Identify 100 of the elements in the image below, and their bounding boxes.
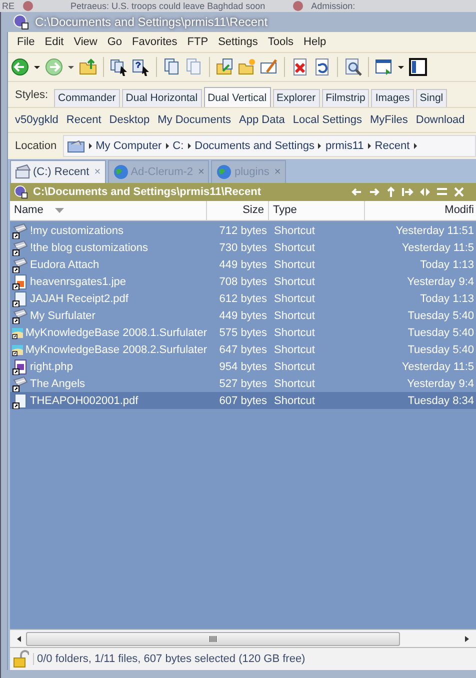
style-tab[interactable]: Explorer xyxy=(272,89,320,107)
menu-item[interactable]: File xyxy=(12,36,40,48)
file-name: The Angels xyxy=(30,378,86,390)
file-size: 607 bytes xyxy=(218,394,268,406)
file-row[interactable]: THEAPOH002001.pdf 607 bytes Shortcut Tuesday 8:34 xyxy=(10,392,476,409)
breadcrumb-arrow-icon xyxy=(88,143,92,149)
breadcrumb[interactable]: C: xyxy=(172,140,184,152)
drive-icon xyxy=(66,139,85,153)
breadcrumb[interactable]: Documents and Settings xyxy=(194,140,314,152)
image-shortcut-icon xyxy=(12,274,28,290)
column-header[interactable]: Modifi xyxy=(365,201,476,220)
diamond-arrows-icon[interactable] xyxy=(419,186,431,198)
column-header[interactable]: Name xyxy=(10,201,207,220)
menu-item[interactable]: Go xyxy=(102,36,128,48)
style-tab[interactable]: Images xyxy=(371,89,414,107)
file-modified: Yesterday 9:4 xyxy=(406,276,475,288)
file-size: 449 bytes xyxy=(218,310,268,322)
favorite-link[interactable]: My Documents xyxy=(154,114,235,126)
breadcrumb[interactable]: My Computer xyxy=(96,140,162,152)
file-type: Shortcut xyxy=(273,310,316,322)
file-name: heavenrsgates1.jpe xyxy=(30,276,126,288)
file-modified: Today 1:13 xyxy=(419,258,475,270)
menu-item[interactable]: FTP xyxy=(182,36,214,48)
file-size: 449 bytes xyxy=(218,258,268,270)
file-name: MyKnowledgeBase 2008.1.Surfulater xyxy=(25,326,207,338)
left-arrow-icon[interactable] xyxy=(351,186,363,198)
folder-shortcut-icon xyxy=(15,164,31,180)
new-folder-icon[interactable] xyxy=(237,57,257,77)
folder-move-icon[interactable] xyxy=(215,57,235,77)
app-globe-icon xyxy=(14,185,28,199)
breadcrumb-arrow-icon xyxy=(318,143,322,149)
menu-item[interactable]: Edit xyxy=(40,36,69,48)
scrollbar-thumb[interactable] xyxy=(26,632,400,646)
style-tab[interactable]: Dual Horizontal xyxy=(122,89,202,107)
window-title: C:\Documents and Settings\prmis11\Recent xyxy=(35,15,268,29)
folder-shortcut-icon xyxy=(12,222,28,238)
menu-item[interactable]: View xyxy=(68,36,102,48)
file-name: Eudora Attach xyxy=(30,258,100,270)
breadcrumb-arrow-icon xyxy=(414,143,417,149)
file-modified: Yesterday 11:5 xyxy=(400,242,475,254)
file-type: Shortcut xyxy=(273,276,316,288)
file-modified: Yesterday 9:4 xyxy=(406,378,475,390)
php-shortcut-icon xyxy=(12,358,28,374)
menu-item[interactable]: Favorites xyxy=(127,36,182,48)
location-field[interactable]: My Computer C: Documents and Settings prmis11 Recent xyxy=(62,135,476,157)
window-play-icon[interactable] xyxy=(374,57,394,77)
folder-tab[interactable]: (C:) Recent × xyxy=(10,160,106,183)
folder-up-icon[interactable] xyxy=(78,57,98,77)
globe-icon xyxy=(112,164,129,180)
horizontal-scrollbar[interactable] xyxy=(10,629,476,647)
breadcrumb[interactable]: prmis11 xyxy=(325,140,364,152)
favorite-link[interactable]: MyFiles xyxy=(366,114,412,126)
document-shortcut-icon xyxy=(12,290,28,306)
two-bars-icon[interactable] xyxy=(436,186,448,198)
search-icon[interactable] xyxy=(343,57,363,77)
style-tab[interactable]: Commander xyxy=(54,89,120,107)
file-size: 954 bytes xyxy=(218,360,268,372)
window-icon[interactable] xyxy=(408,57,428,77)
close-icon[interactable] xyxy=(453,186,465,198)
style-tab[interactable]: Dual Vertical xyxy=(204,87,271,107)
breadcrumb-arrow-icon xyxy=(166,143,169,149)
background-headline: Petraeus: U.S. troops could leave Baghdad soon xyxy=(70,0,266,12)
background-text: Admission: xyxy=(311,0,356,12)
up-arrow-icon[interactable] xyxy=(385,186,397,198)
folder-shortcut-icon xyxy=(12,256,28,272)
favorite-link[interactable]: App Data xyxy=(235,114,289,126)
favorite-link[interactable]: Recent xyxy=(62,114,106,126)
favorite-link[interactable]: Desktop xyxy=(105,114,154,126)
padlock-icon xyxy=(13,650,29,668)
menu-item[interactable]: Tools xyxy=(262,36,299,48)
arrow-to-bar-icon[interactable] xyxy=(402,186,414,198)
panel-title: C:\Documents and Settings\prmis11\Recent xyxy=(33,186,262,198)
styles-label: Styles: xyxy=(15,88,48,100)
column-header[interactable]: Size xyxy=(207,201,269,220)
file-name: MyKnowledgeBase 2008.2.Surfulater xyxy=(25,344,207,356)
style-tab[interactable]: Singl xyxy=(416,89,448,107)
app-globe-icon xyxy=(13,14,29,30)
breadcrumb[interactable]: Recent xyxy=(374,140,410,152)
favorite-link[interactable]: Local Settings xyxy=(288,114,366,126)
file-type: Shortcut xyxy=(273,326,316,338)
favorite-link[interactable]: v50ygkld xyxy=(11,114,62,126)
folder-shortcut-icon xyxy=(12,240,28,256)
menu-item[interactable]: Help xyxy=(298,36,332,48)
file-type: Shortcut xyxy=(273,394,316,406)
favorite-link[interactable]: Download xyxy=(412,114,469,126)
column-header[interactable]: Type xyxy=(269,201,365,220)
file-modified: Tuesday 5:40 xyxy=(406,326,475,338)
menu-item[interactable]: Settings xyxy=(213,36,263,48)
location-label: Location xyxy=(15,140,57,152)
site-logo-icon xyxy=(293,1,304,11)
file-type: Shortcut xyxy=(273,378,316,390)
file-size: 730 bytes xyxy=(218,242,268,254)
help-pointer-icon[interactable] xyxy=(131,57,151,77)
right-arrow-icon[interactable] xyxy=(368,186,380,198)
file-type: Shortcut xyxy=(273,344,316,356)
breadcrumb-arrow-icon xyxy=(188,143,191,149)
file-name: !my customizations xyxy=(30,224,124,236)
style-tab[interactable]: Filmstrip xyxy=(322,89,370,107)
file-type: Shortcut xyxy=(273,360,316,372)
copy-pointer-icon[interactable] xyxy=(109,57,129,77)
